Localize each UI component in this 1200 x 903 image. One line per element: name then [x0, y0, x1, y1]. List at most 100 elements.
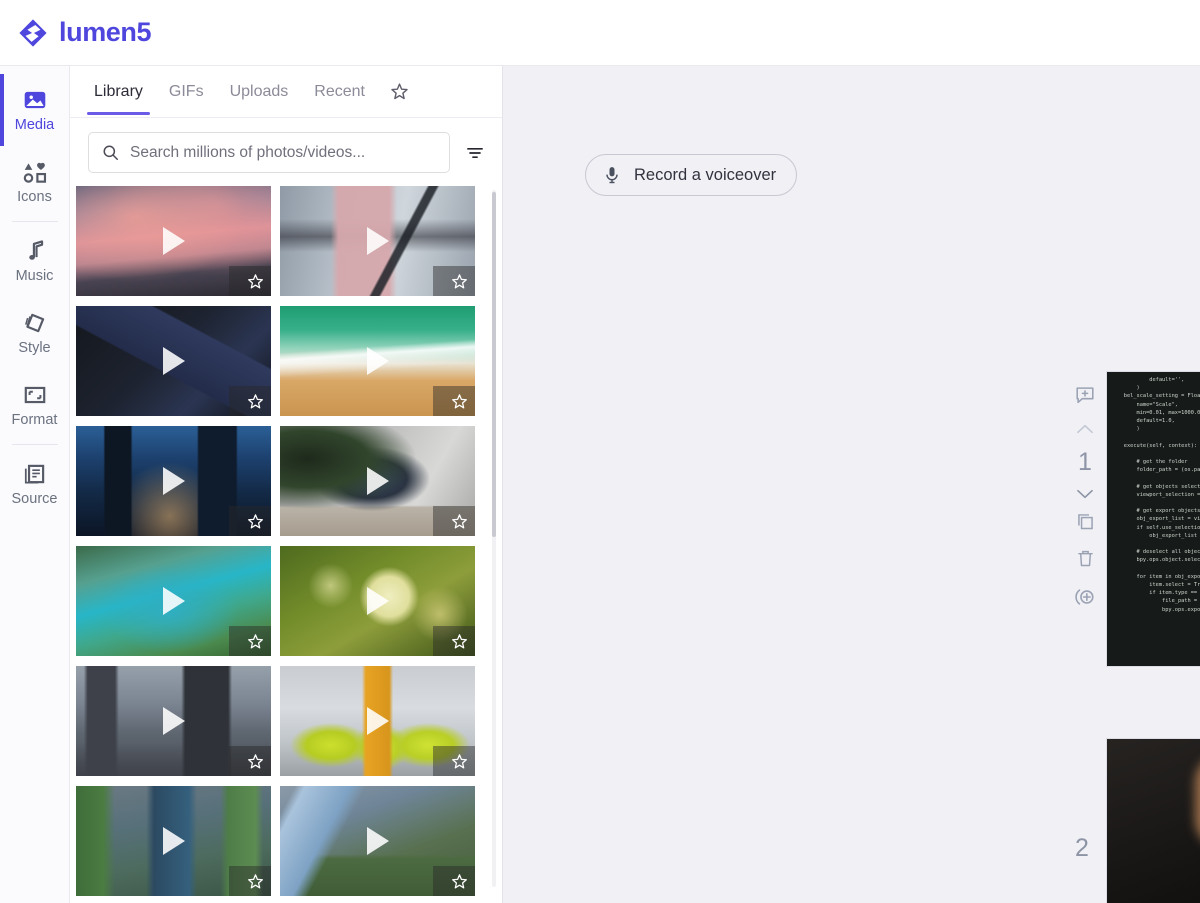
record-voiceover-button[interactable]: Record a voiceover [585, 154, 798, 196]
search-input[interactable] [130, 143, 437, 162]
move-scene-up-button[interactable] [1075, 422, 1095, 436]
media-thumbnail[interactable] [280, 786, 475, 896]
add-circle-icon [1075, 589, 1094, 605]
lumen5-logo-icon [19, 18, 47, 47]
palette-icon [24, 314, 44, 333]
media-thumbnail[interactable] [280, 306, 475, 416]
media-grid [74, 186, 502, 903]
shapes-icon [23, 163, 46, 183]
search-icon [103, 145, 118, 160]
play-icon [366, 227, 389, 255]
media-thumbnail[interactable] [280, 666, 475, 776]
sidebar-item-format[interactable]: Format [0, 369, 70, 441]
search-box[interactable] [88, 132, 450, 173]
play-icon [162, 587, 185, 615]
tab-label: GIFs [168, 83, 204, 100]
top-bar: lumen5 [0, 0, 1200, 66]
scene-1-toolbar: 1 [1069, 384, 1101, 625]
tab-label: Recent [314, 83, 365, 100]
microphone-icon [606, 167, 618, 184]
rail-divider [11, 444, 58, 445]
play-icon [366, 347, 389, 375]
sidebar-item-music[interactable]: Music [0, 225, 70, 297]
play-icon [366, 827, 389, 855]
storyboard-canvas: Record a voiceover 1 default='',) bel_s… [503, 66, 1200, 903]
star-icon[interactable] [450, 512, 469, 531]
code-snippet: default='', ) bel_scale_setting = FloatP… [1123, 377, 1200, 613]
media-thumbnail[interactable] [76, 186, 271, 296]
move-scene-down-button[interactable] [1075, 487, 1095, 501]
sidebar-item-media[interactable]: Media [0, 74, 70, 146]
crop-icon [24, 387, 45, 404]
filter-icon [467, 147, 483, 158]
scene-number: 1 [1078, 448, 1092, 476]
media-thumbnail[interactable] [76, 426, 271, 536]
star-icon[interactable] [450, 872, 469, 891]
sidebar-item-label: Style [18, 340, 51, 357]
media-thumbnail[interactable] [76, 306, 271, 416]
sidebar-item-style[interactable]: Style [0, 297, 70, 369]
star-icon[interactable] [450, 272, 469, 291]
add-note-button[interactable] [1074, 384, 1096, 406]
sidebar-item-label: Format [11, 412, 58, 429]
comment-plus-icon [1076, 387, 1094, 404]
copy-icon [1077, 514, 1093, 530]
brand-logo-link[interactable]: lumen5 [18, 17, 152, 48]
tab-gifs[interactable]: GIFs [159, 69, 214, 114]
scene-2-card[interactable]: PYTHON Python web frameworks make websit… [1106, 738, 1200, 903]
star-icon[interactable] [246, 752, 265, 771]
media-thumbnail[interactable] [76, 666, 271, 776]
star-icon[interactable] [246, 872, 265, 891]
play-icon [162, 467, 185, 495]
star-icon[interactable] [246, 632, 265, 651]
play-icon [366, 707, 389, 735]
tab-label: Uploads [229, 83, 289, 100]
media-thumbnail[interactable] [76, 546, 271, 656]
sidebar-item-source[interactable]: Source [0, 448, 70, 520]
duplicate-scene-button[interactable] [1075, 511, 1096, 532]
media-scrollbar-thumb[interactable] [492, 192, 496, 537]
scene-1-card[interactable]: default='', ) bel_scale_setting = FloatP… [1106, 371, 1200, 667]
tab-uploads[interactable]: Uploads [220, 69, 299, 114]
tab-label: Library [94, 83, 143, 100]
media-tabs: Library GIFs Uploads Recent [70, 66, 502, 118]
media-grid-scroll[interactable] [70, 186, 502, 903]
star-icon[interactable] [450, 392, 469, 411]
sidebar-item-label: Music [15, 268, 54, 285]
chevron-down-icon [1077, 489, 1093, 499]
document-list-icon [24, 465, 44, 484]
scene-2-image: PYTHON [1107, 739, 1200, 903]
play-icon [366, 467, 389, 495]
tab-library[interactable]: Library [84, 69, 153, 115]
tab-favorites[interactable] [389, 81, 410, 102]
play-icon [366, 587, 389, 615]
media-thumbnail[interactable] [280, 426, 475, 536]
add-media-button[interactable] [1073, 585, 1097, 609]
media-thumbnail[interactable] [280, 186, 475, 296]
rail-divider [11, 221, 58, 222]
star-icon[interactable] [246, 272, 265, 291]
music-note-icon [28, 240, 43, 261]
play-icon [162, 347, 185, 375]
star-icon [391, 83, 408, 100]
star-icon[interactable] [246, 512, 265, 531]
sidebar-item-label: Icons [17, 189, 52, 206]
search-row [70, 118, 502, 186]
app-root: lumen5 Media Icons Music Style Format So… [0, 0, 1200, 903]
star-icon[interactable] [450, 752, 469, 771]
tab-recent[interactable]: Recent [304, 69, 375, 114]
star-icon[interactable] [450, 632, 469, 651]
filter-button[interactable] [464, 142, 486, 164]
play-icon [162, 827, 185, 855]
media-thumbnail[interactable] [280, 546, 475, 656]
media-thumbnail[interactable] [76, 786, 271, 896]
delete-scene-button[interactable] [1075, 548, 1096, 569]
trash-icon [1077, 550, 1093, 567]
star-icon[interactable] [246, 392, 265, 411]
play-icon [162, 227, 185, 255]
record-voiceover-label: Record a voiceover [634, 165, 777, 184]
main-body: Media Icons Music Style Format Source Li… [0, 66, 1200, 903]
brand-name: lumen5 [59, 17, 152, 47]
scene-1-code-image: default='', ) bel_scale_setting = FloatP… [1107, 372, 1200, 666]
sidebar-item-icons[interactable]: Icons [0, 146, 70, 218]
